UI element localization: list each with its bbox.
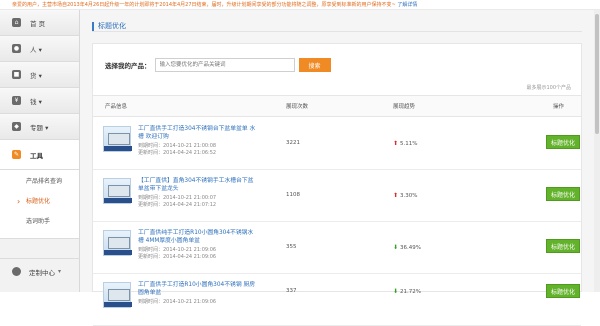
table-row: 【工厂直供】直角304不锈钢手工水槽台下盆单盆带下盆龙头 到期时间：2014-1… — [93, 170, 581, 222]
sidebar-item-label: 工具 — [30, 151, 43, 160]
wrench-icon: ✎ — [12, 150, 21, 159]
sidebar-item-label: 货 ▾ — [30, 71, 42, 80]
sidebar-item-goods[interactable]: ■ 货 ▾ — [0, 62, 79, 88]
view-count: 3221 — [286, 140, 300, 146]
trend-up-arrow-icon: ⬆ — [393, 140, 399, 147]
product-thumbnail[interactable] — [103, 282, 132, 308]
page-title-text: 标题优化 — [98, 22, 126, 30]
user-icon: ● — [12, 44, 21, 53]
header-trend: 展现趋势 — [393, 104, 416, 110]
scrollbar-thumb[interactable] — [595, 14, 599, 134]
notice-link[interactable]: 了解详情 — [397, 2, 417, 8]
limit-note: 最多展示100个产品 — [526, 85, 571, 91]
view-count: 355 — [286, 244, 297, 250]
trend-cell: ⬆ 3.30% — [393, 192, 418, 199]
page-title: 标题优化 — [92, 16, 582, 32]
submenu-item-rank-query[interactable]: 产品排名查询 — [0, 172, 79, 192]
sidebar-item-custom-center[interactable]: 定制中心 ▾ — [0, 258, 80, 284]
gear-icon — [12, 267, 21, 276]
sidebar-item-label: 人 ▾ — [30, 45, 42, 54]
search-input[interactable] — [154, 58, 295, 72]
table-row: 工厂直供手工打造R10小圆角304不锈钢 厨房 圆角单盆 到期时间：2014-1… — [93, 274, 581, 326]
optimize-title-button[interactable]: 标题优化 — [546, 284, 580, 298]
expire-time: 到期时间：2014-10-21 21:00:08 — [138, 143, 217, 149]
product-title-link[interactable]: 工厂直供手工打造R10小圆角304不锈钢 厨房 圆角单盆 — [138, 282, 258, 297]
content-panel: 选择我的产品： 搜索 最多展示100个产品 产品信息 展现次数 展现趋势 操作 … — [92, 43, 582, 326]
trend-value: 36.49% — [400, 245, 422, 251]
sidebar-item-label: 定制中心 — [29, 268, 55, 277]
product-title-link[interactable]: 工厂直供手工打造304不锈钢台下盆单盆单 水槽 欢迎订购 — [138, 126, 258, 141]
sidebar-item-label: 首 页 — [30, 19, 46, 28]
sidebar-item-topic[interactable]: ◆ 专题 ▾ — [0, 114, 79, 140]
main-area: 标题优化 选择我的产品： 搜索 最多展示100个产品 产品信息 展现次数 展现趋… — [80, 10, 600, 326]
notice-bar: 亲爱的用户，主营市场自2013年4月26日起升级一年的计划即将于2014年4月2… — [0, 0, 600, 10]
product-thumbnail[interactable] — [103, 178, 132, 204]
product-title-link[interactable]: 工厂直供纯手工打造R10小圆角304不锈钢水槽 4MM厚度小圆角单盆 — [138, 230, 258, 245]
sidebar-item-label: 钱 ▾ — [30, 97, 42, 106]
goods-icon: ■ — [12, 70, 21, 79]
home-icon: ⌂ — [12, 18, 21, 27]
expire-time: 到期时间：2014-10-21 21:09:06 — [138, 247, 217, 253]
view-count: 1108 — [286, 192, 300, 198]
header-views: 展现次数 — [286, 104, 309, 110]
update-time: 更新时间：2014-04-24 21:09:06 — [138, 254, 217, 260]
trend-value: 21.72% — [400, 289, 422, 295]
header-product-info: 产品信息 — [105, 104, 128, 110]
optimize-title-button[interactable]: 标题优化 — [546, 239, 580, 253]
trend-value: 3.30% — [400, 193, 418, 199]
search-row: 选择我的产品： 搜索 — [105, 58, 331, 72]
expire-time: 到期时间：2014-10-21 21:09:06 — [138, 299, 217, 305]
expire-time: 到期时间：2014-10-21 21:00:07 — [138, 195, 217, 201]
table-header: 产品信息 展现次数 展现趋势 操作 — [93, 95, 581, 117]
tools-submenu: 产品排名查询 标题优化 选词助手 — [0, 170, 79, 239]
update-time: 更新时间：2014-04-24 21:06:52 — [138, 150, 217, 156]
header-action: 操作 — [553, 104, 565, 110]
trend-cell: ⬇ 36.49% — [393, 244, 421, 251]
topic-icon: ◆ — [12, 122, 21, 131]
submenu-item-keyword-helper[interactable]: 选词助手 — [0, 212, 79, 232]
optimize-title-button[interactable]: 标题优化 — [546, 135, 580, 149]
submenu-item-title-optimize[interactable]: 标题优化 — [0, 192, 79, 212]
sidebar: ⌂ 首 页 ● 人 ▾ ■ 货 ▾ ¥ 钱 ▾ ◆ 专题 ▾ ✎ 工具 产品排名… — [0, 10, 80, 292]
page-scrollbar[interactable] — [594, 10, 600, 292]
notice-text: 亲爱的用户，主营市场自2013年4月26日起升级一年的计划即将于2014年4月2… — [12, 2, 396, 8]
product-title-link[interactable]: 【工厂直供】直角304不锈钢手工水槽台下盆单盆带下盆龙头 — [138, 178, 258, 193]
sidebar-item-label: 专题 ▾ — [30, 123, 49, 132]
table-row: 工厂直供纯手工打造R10小圆角304不锈钢水槽 4MM厚度小圆角单盆 到期时间：… — [93, 222, 581, 274]
product-thumbnail[interactable] — [103, 230, 132, 256]
chevron-down-icon: ▾ — [58, 268, 62, 275]
trend-up-arrow-icon: ⬆ — [393, 192, 399, 199]
optimize-title-button[interactable]: 标题优化 — [546, 187, 580, 201]
product-thumbnail[interactable] — [103, 126, 132, 152]
update-time: 更新时间：2014-04-24 21:07:12 — [138, 202, 217, 208]
sidebar-item-tools[interactable]: ✎ 工具 — [0, 140, 79, 170]
money-icon: ¥ — [12, 96, 21, 105]
trend-cell: ⬆ 5.11% — [393, 140, 418, 147]
search-button[interactable]: 搜索 — [298, 58, 331, 72]
title-accent-bar — [92, 22, 94, 31]
sidebar-item-people[interactable]: ● 人 ▾ — [0, 36, 79, 62]
trend-value: 5.11% — [400, 141, 418, 147]
trend-down-arrow-icon: ⬇ — [393, 244, 399, 251]
search-label: 选择我的产品： — [105, 62, 151, 70]
table-row: 工厂直供手工打造304不锈钢台下盆单盆单 水槽 欢迎订购 到期时间：2014-1… — [93, 118, 581, 170]
view-count: 337 — [286, 288, 297, 294]
sidebar-item-home[interactable]: ⌂ 首 页 — [0, 10, 79, 36]
sidebar-item-money[interactable]: ¥ 钱 ▾ — [0, 88, 79, 114]
